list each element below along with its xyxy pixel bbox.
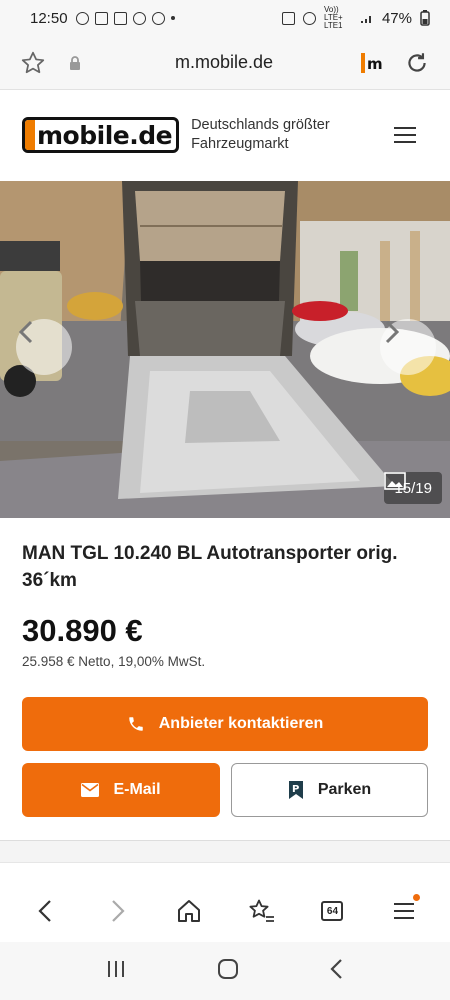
browser-menu-button[interactable] xyxy=(386,893,422,929)
site-tagline: Deutschlands größter Fahrzeugmarkt xyxy=(191,117,330,152)
lock-icon xyxy=(60,48,90,78)
clock: 12:50 xyxy=(30,9,68,27)
section-gutter xyxy=(0,841,450,862)
browser-bookmarks-button[interactable] xyxy=(243,893,279,929)
listing-price: 30.890 € xyxy=(22,613,143,648)
home-circle-icon xyxy=(217,958,238,979)
site-header: mobile.de Deutschlands größter Fahrzeugm… xyxy=(0,90,450,180)
tab-count: 64 xyxy=(326,905,339,917)
listing-net-price: 25.958 € Netto, 19,00% MwSt. xyxy=(22,654,206,669)
mobile-de-site-icon[interactable]: m xyxy=(358,48,388,78)
svg-text:P: P xyxy=(292,784,299,795)
url-text[interactable]: m.mobile.de xyxy=(90,52,358,73)
network-indicator: Vo)) LTE+ LTE1 xyxy=(323,5,343,30)
messenger-icon xyxy=(75,11,89,25)
star-icon[interactable] xyxy=(18,48,48,78)
contact-seller-label: Anbieter kontaktieren xyxy=(158,715,324,732)
browser-back-button[interactable] xyxy=(28,893,64,929)
tabs-icon: 64 xyxy=(321,901,344,921)
gallery-prev-button[interactable] xyxy=(16,319,72,375)
logo-orange-bar xyxy=(25,120,35,150)
recents-icon xyxy=(107,960,124,977)
browser-forward-button[interactable] xyxy=(99,893,135,929)
listing-title: MAN TGL 10.240 BL Autotransporter orig. … xyxy=(22,543,398,591)
menu-notification-dot xyxy=(413,894,421,901)
contact-seller-button[interactable]: Anbieter kontaktieren xyxy=(22,697,428,751)
chevron-left-icon xyxy=(38,900,51,922)
home-icon xyxy=(178,900,201,922)
signal-icon xyxy=(360,16,371,23)
browser-tabs-button[interactable]: 64 xyxy=(314,893,350,929)
gallery-icon xyxy=(94,11,108,25)
reload-icon[interactable] xyxy=(402,48,432,78)
alarm-icon xyxy=(281,11,295,25)
menu-icon xyxy=(394,903,415,919)
park-label: Parken xyxy=(317,781,372,798)
parking-icon: P xyxy=(288,781,303,799)
svg-text:m: m xyxy=(367,55,383,73)
park-button[interactable]: P Parken xyxy=(231,763,428,817)
email-label: E-Mail xyxy=(113,781,161,798)
status-bar: 12:50 Vo)) LTE+ LTE1 47% xyxy=(0,0,450,36)
notification-icons xyxy=(75,11,175,25)
more-notifications-dot xyxy=(170,16,175,20)
chevron-right-icon xyxy=(112,900,126,922)
recent-apps-button[interactable] xyxy=(105,959,127,984)
battery-level: 47% xyxy=(381,9,412,27)
android-home-button[interactable] xyxy=(216,957,240,986)
browser-toolbar: 64 xyxy=(0,880,450,942)
phone-icon xyxy=(129,717,143,731)
battery-icon xyxy=(420,10,430,26)
chevron-left-icon xyxy=(18,320,33,344)
browser-icon xyxy=(132,11,146,25)
gallery-next-button[interactable] xyxy=(380,319,436,375)
mail-notification-icon xyxy=(113,11,127,25)
android-back-button[interactable] xyxy=(329,958,345,985)
back-icon xyxy=(330,958,343,979)
email-button[interactable]: E-Mail xyxy=(22,763,220,817)
android-navigation-bar xyxy=(0,942,450,1000)
system-icons: Vo)) LTE+ LTE1 47% xyxy=(281,5,430,30)
image-icon xyxy=(384,472,407,490)
content-divider-2 xyxy=(0,862,450,863)
mail-icon xyxy=(81,783,100,797)
logo-text: mobile.de xyxy=(37,120,173,150)
hamburger-icon[interactable] xyxy=(394,127,416,143)
chevron-right-icon xyxy=(385,320,400,344)
image-counter: 15/19 xyxy=(384,472,442,504)
mobile-de-logo[interactable]: mobile.de xyxy=(22,117,180,153)
browser-icon-2 xyxy=(151,11,165,25)
location-icon xyxy=(302,11,316,25)
browser-url-bar: m.mobile.de m xyxy=(0,36,450,90)
browser-home-button[interactable] xyxy=(171,893,207,929)
image-gallery[interactable]: 15/19 xyxy=(0,181,450,518)
star-list-icon xyxy=(249,899,274,922)
